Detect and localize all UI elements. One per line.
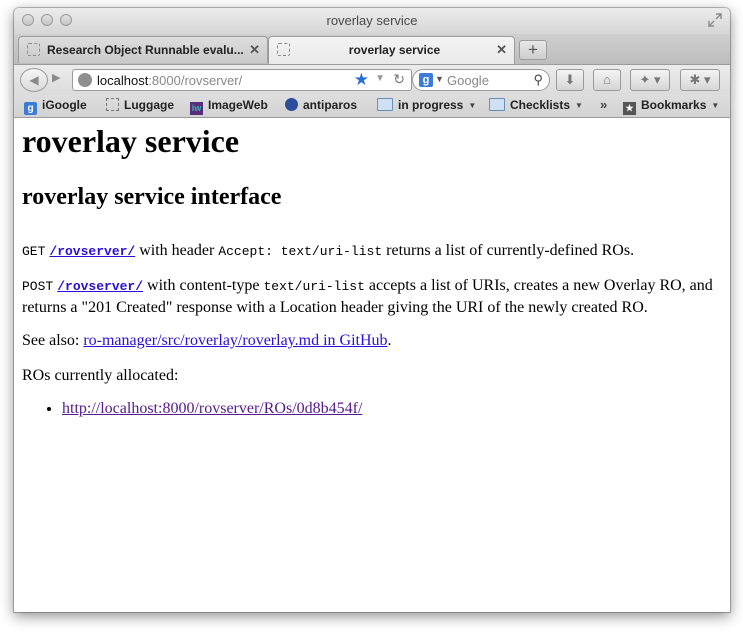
page-title: roverlay service (22, 123, 240, 159)
folder-icon (489, 98, 505, 111)
ros-allocated-label: ROs currently allocated: (22, 367, 179, 384)
browser-window: roverlay service Research Object Runnabl… (14, 8, 730, 612)
folder-icon (377, 98, 393, 111)
chevron-down-icon: ▼ (575, 101, 583, 110)
content-type-code: text/uri-list (263, 279, 365, 294)
fullscreen-icon[interactable] (708, 13, 722, 27)
bookmark-antiparos[interactable]: antiparos (285, 98, 357, 112)
page-icon (106, 98, 119, 111)
tab-label: roverlay service (348, 43, 441, 57)
new-tab-button[interactable]: + (519, 40, 547, 60)
tab-strip: Research Object Runnable evalu... ✕ rove… (14, 34, 730, 65)
bookmark-luggage[interactable]: Luggage (106, 98, 174, 112)
downloads-button[interactable]: ⬇ (556, 69, 584, 91)
get-description: GET /rovserver/ with header Accept: text… (22, 242, 635, 259)
url-history-dropdown-icon[interactable]: ▼ (375, 73, 385, 84)
tab-roverlay-service[interactable]: roverlay service ✕ (268, 36, 515, 64)
http-method-post: POST (22, 279, 54, 294)
page-icon (277, 43, 290, 56)
forward-button[interactable]: ▶ (52, 71, 60, 84)
close-tab-icon[interactable]: ✕ (496, 42, 507, 58)
rovserver-link[interactable]: /rovserver/ (49, 242, 135, 259)
home-button[interactable]: ⌂ (593, 69, 621, 91)
ro-list: http://localhost:8000/rovserver/ROs/0d8b… (22, 400, 362, 418)
list-item: http://localhost:8000/rovserver/ROs/0d8b… (62, 400, 362, 418)
antiparos-icon (285, 98, 298, 111)
bookmarks-icon: ★ (623, 102, 636, 115)
imageweb-icon: iw (190, 102, 203, 115)
rovserver-post-link[interactable]: /rovserver/ (57, 277, 143, 294)
page-content: roverlay service roverlay service interf… (14, 118, 730, 612)
back-button[interactable]: ◀ (20, 68, 48, 92)
page-icon (27, 43, 40, 56)
addon-button[interactable]: ✱ ▾ (680, 69, 720, 91)
close-tab-icon[interactable]: ✕ (249, 42, 260, 58)
google-engine-icon[interactable]: g (419, 73, 433, 87)
see-also: See also: ro-manager/src/roverlay/roverl… (22, 332, 392, 349)
search-input[interactable]: Google (447, 73, 489, 88)
bookmark-igoogle[interactable]: g iGoogle (24, 98, 87, 115)
title-bar: roverlay service (14, 8, 730, 34)
ro-link[interactable]: http://localhost:8000/rovserver/ROs/0d8b… (62, 400, 362, 417)
url-text[interactable]: localhost:8000/rovserver/ (97, 73, 242, 88)
bookmarks-menu[interactable]: ★ Bookmarks ▼ (623, 98, 719, 115)
search-bar[interactable]: g ▼ Google ⚲ (412, 69, 550, 91)
http-method-get: GET (22, 244, 46, 259)
accept-header-code: Accept: text/uri-list (218, 244, 383, 259)
search-icon[interactable]: ⚲ (533, 72, 543, 88)
globe-icon (78, 73, 92, 87)
url-bar[interactable]: localhost:8000/rovserver/ ★ ▼ ↻ (72, 69, 412, 91)
bookmark-folder-checklists[interactable]: Checklists ▼ (489, 98, 583, 112)
window-title: roverlay service (326, 13, 418, 28)
extension-button[interactable]: ✦ ▾ (630, 69, 670, 91)
more-bookmarks-chevron-icon[interactable]: » (600, 97, 607, 112)
bookmark-star-icon[interactable]: ★ (354, 70, 369, 90)
github-doc-link[interactable]: ro-manager/src/roverlay/roverlay.md in G… (83, 332, 387, 349)
tab-research-object[interactable]: Research Object Runnable evalu... ✕ (18, 36, 268, 63)
reload-icon[interactable]: ↻ (393, 71, 405, 88)
section-heading: roverlay service interface (22, 184, 282, 210)
navigation-bar: ◀ ▶ localhost:8000/rovserver/ ★ ▼ ↻ g ▼ … (14, 65, 730, 95)
bookmark-imageweb[interactable]: iw ImageWeb (190, 98, 268, 115)
bookmark-folder-in-progress[interactable]: in progress ▼ (377, 98, 476, 112)
chevron-down-icon: ▼ (711, 101, 720, 110)
post-description: POST /rovserver/ with content-type text/… (22, 277, 713, 316)
igoogle-icon: g (24, 102, 37, 115)
chevron-down-icon[interactable]: ▼ (435, 74, 444, 84)
tab-label: Research Object Runnable evalu... (47, 43, 244, 57)
bookmarks-bar: g iGoogle Luggage iw ImageWeb antiparos in… (14, 95, 730, 118)
chevron-down-icon: ▼ (468, 101, 477, 110)
